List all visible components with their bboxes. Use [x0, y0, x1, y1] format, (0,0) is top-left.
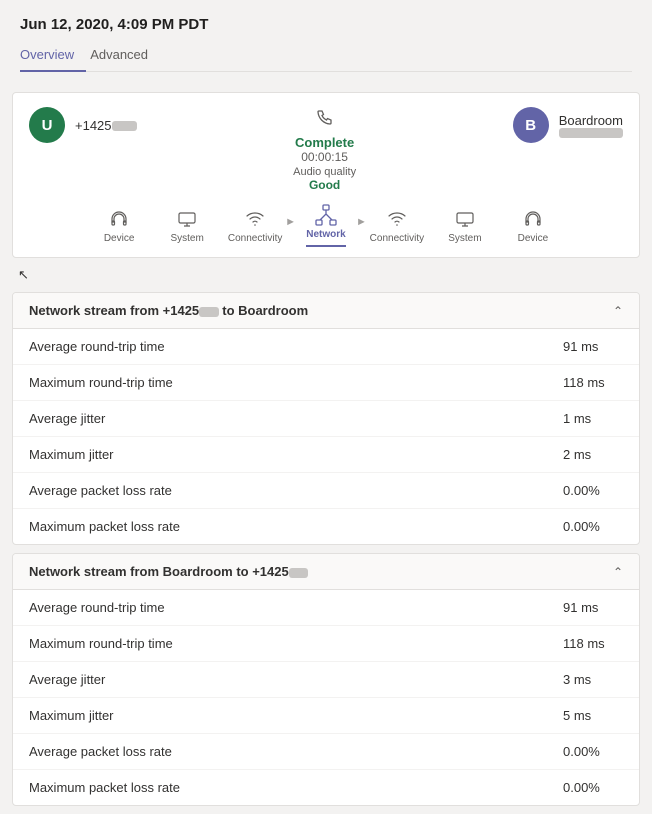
row-label: Maximum packet loss rate [29, 519, 563, 534]
icon-label-system-right: System [448, 233, 481, 244]
monitor-right-icon [454, 208, 476, 230]
participant-right: B Boardroom [513, 107, 623, 143]
table-row: Maximum packet loss rate 0.00% [13, 509, 639, 544]
row-value: 0.00% [563, 519, 623, 534]
icon-connectivity-right[interactable]: Connectivity [363, 208, 431, 244]
table-row: Average jitter 1 ms [13, 401, 639, 437]
stream2-rows: Average round-trip time 91 ms Maximum ro… [13, 590, 639, 805]
participant-right-info: Boardroom [559, 113, 623, 138]
row-label: Average jitter [29, 672, 563, 687]
wifi-left-icon [244, 208, 266, 230]
icon-device-right[interactable]: Device [499, 208, 567, 244]
row-label: Average packet loss rate [29, 483, 563, 498]
participant-left-phone: +1425 [75, 118, 137, 133]
row-label: Maximum jitter [29, 708, 563, 723]
stream2-phone-blur [289, 568, 308, 578]
phone-blur [112, 121, 137, 131]
icon-label-connectivity-right: Connectivity [370, 233, 424, 244]
stream2-title: Network stream from Boardroom to +1425 [29, 564, 308, 579]
icon-label-device-left: Device [104, 233, 135, 244]
call-center: Complete 00:00:15 Audio quality Good [137, 107, 513, 192]
row-value: 118 ms [563, 375, 623, 390]
icon-connectivity-left[interactable]: Connectivity [221, 208, 289, 244]
stream1-phone-blur [199, 307, 218, 317]
icon-label-system-left: System [170, 233, 203, 244]
headset-left-icon [108, 208, 130, 230]
stream2-section: Network stream from Boardroom to +1425 ⌃… [12, 553, 640, 806]
row-value: 118 ms [563, 636, 623, 651]
participant-right-name: Boardroom [559, 113, 623, 128]
icons-row: Device System Connectivity ► [29, 204, 623, 247]
table-row: Maximum packet loss rate 0.00% [13, 770, 639, 805]
icon-label-device-right: Device [518, 233, 549, 244]
tabs-row: Overview Advanced [20, 41, 632, 72]
stream1-section: Network stream from +1425 to Boardroom ⌃… [12, 292, 640, 545]
icon-device-left[interactable]: Device [85, 208, 153, 244]
call-status: Complete [295, 135, 354, 150]
table-row: Average round-trip time 91 ms [13, 590, 639, 626]
table-row: Average packet loss rate 0.00% [13, 473, 639, 509]
stream2-collapse-icon[interactable]: ⌃ [613, 565, 623, 579]
participants-row: U +1425 Complete 00:00:15 Audio quality … [29, 107, 623, 192]
row-label: Maximum round-trip time [29, 636, 563, 651]
row-label: Maximum packet loss rate [29, 780, 563, 795]
table-row: Maximum jitter 5 ms [13, 698, 639, 734]
row-label: Average packet loss rate [29, 744, 563, 759]
avatar-left: U [29, 107, 65, 143]
header-area: Jun 12, 2020, 4:09 PM PDT Overview Advan… [0, 0, 652, 80]
stream1-collapse-icon[interactable]: ⌃ [613, 304, 623, 318]
phone-icon [315, 107, 335, 132]
table-row: Maximum round-trip time 118 ms [13, 626, 639, 662]
row-value: 0.00% [563, 780, 623, 795]
icon-label-network: Network [306, 229, 345, 240]
row-label: Average round-trip time [29, 339, 563, 354]
active-underline [306, 245, 346, 247]
stream1-rows: Average round-trip time 91 ms Maximum ro… [13, 329, 639, 544]
table-row: Maximum round-trip time 118 ms [13, 365, 639, 401]
page-wrapper: Jun 12, 2020, 4:09 PM PDT Overview Advan… [0, 0, 652, 806]
avatar-right: B [513, 107, 549, 143]
tab-advanced[interactable]: Advanced [86, 41, 160, 72]
participant-left: U +1425 [29, 107, 137, 143]
row-value: 0.00% [563, 483, 623, 498]
row-label: Maximum round-trip time [29, 375, 563, 390]
stream2-header[interactable]: Network stream from Boardroom to +1425 ⌃ [13, 554, 639, 590]
audio-quality-value: Good [309, 178, 340, 192]
row-value: 2 ms [563, 447, 623, 462]
right-sub-blur [559, 128, 623, 138]
row-label: Average jitter [29, 411, 563, 426]
icon-network-center[interactable]: Network [292, 204, 360, 247]
stream1-title: Network stream from +1425 to Boardroom [29, 303, 308, 318]
row-label: Average round-trip time [29, 600, 563, 615]
row-label: Maximum jitter [29, 447, 563, 462]
row-value: 5 ms [563, 708, 623, 723]
icon-system-left[interactable]: System [153, 208, 221, 244]
table-row: Average packet loss rate 0.00% [13, 734, 639, 770]
tab-overview[interactable]: Overview [20, 41, 86, 72]
row-value: 91 ms [563, 339, 623, 354]
call-duration: 00:00:15 [301, 150, 348, 164]
participant-left-info: +1425 [75, 118, 137, 133]
row-value: 91 ms [563, 600, 623, 615]
cursor-area: ↖ [0, 266, 652, 284]
page-timestamp: Jun 12, 2020, 4:09 PM PDT [20, 16, 632, 33]
call-card: U +1425 Complete 00:00:15 Audio quality … [12, 92, 640, 258]
wifi-right-icon [386, 208, 408, 230]
table-row: Maximum jitter 2 ms [13, 437, 639, 473]
row-value: 3 ms [563, 672, 623, 687]
network-icon [315, 204, 337, 226]
table-row: Average round-trip time 91 ms [13, 329, 639, 365]
stream1-header[interactable]: Network stream from +1425 to Boardroom ⌃ [13, 293, 639, 329]
cursor-indicator: ↖ [18, 267, 29, 283]
icon-label-connectivity-left: Connectivity [228, 233, 282, 244]
monitor-left-icon [176, 208, 198, 230]
icon-system-right[interactable]: System [431, 208, 499, 244]
headset-right-icon [522, 208, 544, 230]
row-value: 0.00% [563, 744, 623, 759]
audio-quality-label: Audio quality [293, 166, 356, 178]
row-value: 1 ms [563, 411, 623, 426]
table-row: Average jitter 3 ms [13, 662, 639, 698]
